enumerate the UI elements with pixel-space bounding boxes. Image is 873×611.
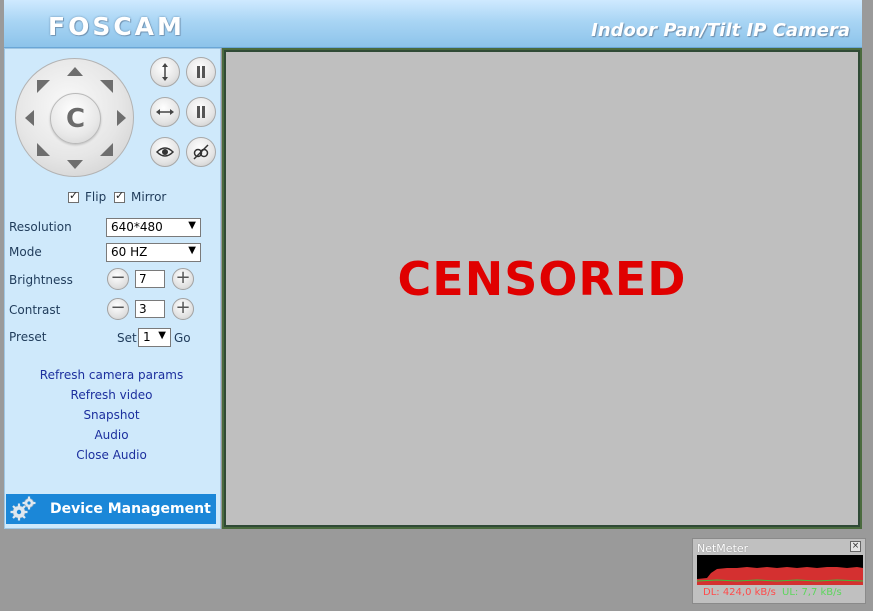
close-audio-link[interactable]: Close Audio <box>5 448 218 462</box>
resolution-label: Resolution <box>9 220 72 234</box>
audio-link[interactable]: Audio <box>5 428 218 442</box>
mode-label: Mode <box>9 245 42 259</box>
eye-icon <box>155 147 175 157</box>
netmeter-title: NetMeter <box>697 542 749 555</box>
preset-value: 1 <box>143 330 151 344</box>
ptz-center-button[interactable]: C <box>50 93 101 144</box>
header-banner: FOSCAM Indoor Pan/Tilt IP Camera <box>4 0 862 48</box>
brightness-value[interactable]: 7 <box>135 270 165 288</box>
censored-video-frame: CENSORED <box>226 52 858 525</box>
io-on-button[interactable] <box>150 137 180 167</box>
pause-icon <box>197 66 205 78</box>
gears-icon <box>6 494 40 524</box>
netmeter-widget[interactable]: NetMeter × DL: 424,0 kB/s UL: 7,7 kB/s <box>692 538 866 604</box>
snapshot-link[interactable]: Snapshot <box>5 408 218 422</box>
refresh-video-link[interactable]: Refresh video <box>5 388 218 402</box>
netmeter-graph <box>697 555 863 585</box>
pause-icon <box>197 106 205 118</box>
ptz-wheel: C <box>15 58 134 177</box>
brightness-increase-button[interactable]: + <box>172 268 194 290</box>
control-sidebar: C Flip Mirror Resolution 640*480 ▼ Mode … <box>4 48 221 529</box>
horizontal-arrows-icon <box>156 109 174 115</box>
mirror-checkbox[interactable] <box>114 189 125 203</box>
down-arrow-icon[interactable] <box>67 160 83 169</box>
brightness-label: Brightness <box>9 273 73 287</box>
contrast-value[interactable]: 3 <box>135 300 165 318</box>
flip-label: Flip <box>85 190 107 204</box>
stop-horizontal-patrol-button[interactable] <box>186 97 216 127</box>
device-management-label: Device Management <box>50 501 211 517</box>
preset-label: Preset <box>9 330 47 344</box>
contrast-label: Contrast <box>9 303 61 317</box>
flip-option[interactable]: Flip <box>68 189 107 204</box>
vertical-patrol-button[interactable] <box>150 57 180 87</box>
dropdown-arrow-icon: ▼ <box>188 220 196 231</box>
video-viewport[interactable]: CENSORED <box>222 48 862 529</box>
dropdown-arrow-icon: ▼ <box>188 245 196 256</box>
vertical-arrows-icon <box>162 63 168 81</box>
resolution-value: 640*480 <box>111 220 163 234</box>
center-label: C <box>65 103 86 134</box>
refresh-params-link[interactable]: Refresh camera params <box>5 368 218 382</box>
preset-select[interactable]: 1 ▼ <box>138 328 171 347</box>
up-arrow-icon[interactable] <box>67 67 83 76</box>
flip-checkbox[interactable] <box>68 189 79 203</box>
mirror-label: Mirror <box>131 190 167 204</box>
eye-off-icon <box>193 144 209 160</box>
io-off-button[interactable] <box>186 137 216 167</box>
contrast-decrease-button[interactable]: − <box>107 298 129 320</box>
close-icon[interactable]: × <box>850 541 861 552</box>
down-left-arrow-icon[interactable] <box>37 142 51 156</box>
header-title: Indoor Pan/Tilt IP Camera <box>591 20 850 41</box>
resolution-select[interactable]: 640*480 ▼ <box>106 218 201 237</box>
preset-go-button[interactable]: Go <box>174 331 191 345</box>
preset-set-button[interactable]: Set <box>117 331 137 345</box>
up-left-arrow-icon[interactable] <box>37 80 51 94</box>
download-rate: DL: 424,0 kB/s <box>703 587 776 598</box>
censored-overlay-text: CENSORED <box>397 252 687 306</box>
right-arrow-icon[interactable] <box>117 110 126 126</box>
mode-value: 60 HZ <box>111 245 148 259</box>
dropdown-arrow-icon: ▼ <box>158 330 166 341</box>
brightness-decrease-button[interactable]: − <box>107 268 129 290</box>
contrast-increase-button[interactable]: + <box>172 298 194 320</box>
horizontal-patrol-button[interactable] <box>150 97 180 127</box>
foscam-logo: FOSCAM <box>48 12 185 41</box>
upload-rate: UL: 7,7 kB/s <box>782 587 842 598</box>
mirror-option[interactable]: Mirror <box>114 189 167 204</box>
stop-vertical-patrol-button[interactable] <box>186 57 216 87</box>
left-arrow-icon[interactable] <box>25 110 34 126</box>
mode-select[interactable]: 60 HZ ▼ <box>106 243 201 262</box>
device-management-button[interactable]: Device Management <box>6 494 216 524</box>
up-right-arrow-icon[interactable] <box>99 80 113 94</box>
down-right-arrow-icon[interactable] <box>99 142 113 156</box>
